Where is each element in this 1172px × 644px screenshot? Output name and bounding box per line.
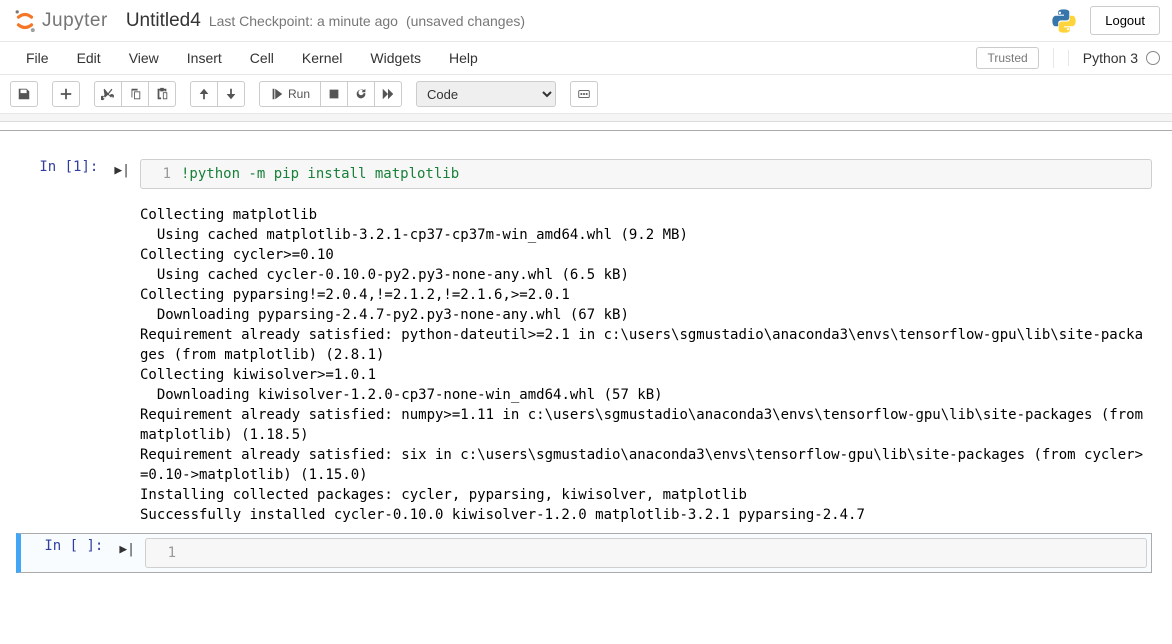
python-icon xyxy=(1050,7,1078,35)
run-cell-icon[interactable]: ▶| xyxy=(114,159,130,183)
input-area: 1 xyxy=(145,538,1147,568)
menu-view[interactable]: View xyxy=(115,44,173,72)
command-palette-button[interactable] xyxy=(570,81,598,107)
run-label: Run xyxy=(288,87,310,101)
prompt-col: In [ ]: ▶| xyxy=(25,538,145,568)
code-input[interactable]: 1 !python -m pip install matplotlib xyxy=(140,159,1152,189)
cut-button[interactable] xyxy=(94,81,122,107)
kernel-status-icon xyxy=(1146,51,1160,65)
logo-text: Jupyter xyxy=(42,10,108,32)
move-group xyxy=(190,81,245,107)
prompt-col: In [1]: ▶| xyxy=(20,159,140,189)
add-cell-button[interactable] xyxy=(52,81,80,107)
copy-button[interactable] xyxy=(121,81,149,107)
toolbar: Run Code xyxy=(0,75,1172,114)
spacer-bar xyxy=(0,114,1172,122)
code-text: !python -m pip install matplotlib xyxy=(181,164,459,184)
header-right: Logout xyxy=(1050,6,1160,35)
unsaved-text: (unsaved changes) xyxy=(406,13,525,29)
menu-help[interactable]: Help xyxy=(435,44,492,72)
paste-button[interactable] xyxy=(148,81,176,107)
menu-cell[interactable]: Cell xyxy=(236,44,288,72)
header: Jupyter Untitled4 Last Checkpoint: a min… xyxy=(0,0,1172,42)
run-cell-icon[interactable]: ▶| xyxy=(119,538,135,562)
menubar: File Edit View Insert Cell Kernel Widget… xyxy=(0,42,1172,75)
line-number: 1 xyxy=(141,164,181,184)
menu-items: File Edit View Insert Cell Kernel Widget… xyxy=(12,44,492,72)
run-button[interactable]: Run xyxy=(259,81,321,107)
input-area: 1 !python -m pip install matplotlib xyxy=(140,159,1152,189)
menubar-right: Trusted Python 3 xyxy=(976,47,1160,69)
kernel-name: Python 3 xyxy=(1083,50,1138,66)
move-up-button[interactable] xyxy=(190,81,218,107)
edit-group xyxy=(94,81,176,107)
jupyter-icon xyxy=(12,8,38,34)
code-input[interactable]: 1 xyxy=(145,538,1147,568)
save-button[interactable] xyxy=(10,81,38,107)
interrupt-button[interactable] xyxy=(320,81,348,107)
kernel-indicator[interactable]: Python 3 xyxy=(1068,50,1160,66)
prompt-label: In [ ]: xyxy=(44,538,103,554)
prompt-label: In [1]: xyxy=(39,159,98,175)
menu-kernel[interactable]: Kernel xyxy=(288,44,356,72)
menu-edit[interactable]: Edit xyxy=(63,44,115,72)
kernel-divider xyxy=(1053,48,1054,68)
checkpoint-text: Last Checkpoint: a minute ago xyxy=(209,13,398,29)
notebook-area: In [1]: ▶| 1 !python -m pip install matp… xyxy=(0,130,1172,585)
trusted-badge[interactable]: Trusted xyxy=(976,47,1038,69)
menu-widgets[interactable]: Widgets xyxy=(356,44,435,72)
notebook-name[interactable]: Untitled4 xyxy=(126,10,201,32)
jupyter-logo[interactable]: Jupyter xyxy=(12,8,108,34)
code-cell-2[interactable]: In [ ]: ▶| 1 xyxy=(16,533,1152,573)
menu-file[interactable]: File xyxy=(12,44,63,72)
restart-button[interactable] xyxy=(347,81,375,107)
restart-run-all-button[interactable] xyxy=(374,81,402,107)
cell-type-select[interactable]: Code xyxy=(416,81,556,107)
move-down-button[interactable] xyxy=(217,81,245,107)
logout-button[interactable]: Logout xyxy=(1090,6,1160,35)
run-group: Run xyxy=(259,81,402,107)
cell-output-1: Collecting matplotlib Using cached matpl… xyxy=(140,195,1146,529)
line-number: 1 xyxy=(146,543,186,563)
code-cell-1[interactable]: In [1]: ▶| 1 !python -m pip install matp… xyxy=(20,155,1152,193)
menu-insert[interactable]: Insert xyxy=(173,44,236,72)
run-icon xyxy=(270,87,284,101)
title-area: Untitled4 Last Checkpoint: a minute ago … xyxy=(126,10,1050,32)
